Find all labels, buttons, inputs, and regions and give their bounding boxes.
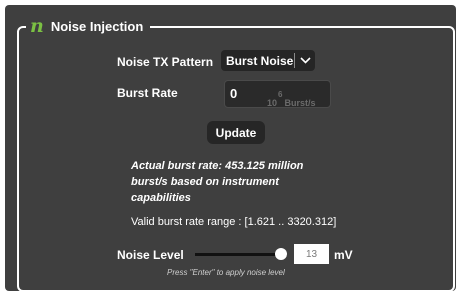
burst-rate-value: 0 [230,86,238,101]
panel-header: n Noise Injection [26,14,151,38]
noise-tx-pattern-select[interactable]: Burst Noise [221,50,315,71]
noise-level-hint: Press "Enter" to apply noise level [167,268,285,277]
noise-level-unit: mV [334,248,353,262]
actual-burst-rate-text: Actual burst rate: 453.125 million burst… [131,160,304,204]
logo-icon: n [30,14,44,37]
chevron-down-icon[interactable] [295,57,315,64]
update-button[interactable]: Update [207,121,265,144]
burst-rate-input[interactable]: 0 106Burst/s [224,80,331,108]
slider-fill [195,253,281,256]
noise-level-input[interactable]: 13 [294,244,329,264]
valid-range-text: Valid burst rate range : [1.621 .. 3320.… [131,216,337,228]
noise-injection-panel: n Noise Injection Noise TX Pattern Burst… [0,0,461,295]
noise-tx-pattern-value: Burst Noise [226,53,294,68]
burst-rate-label: Burst Rate [117,86,178,100]
slider-thumb[interactable] [275,248,287,260]
noise-level-label: Noise Level [117,248,184,262]
panel-title: Noise Injection [50,18,144,34]
burst-rate-unit: 106Burst/s [267,90,316,108]
noise-level-slider[interactable] [195,247,287,261]
noise-tx-pattern-label: Noise TX Pattern [117,55,214,69]
